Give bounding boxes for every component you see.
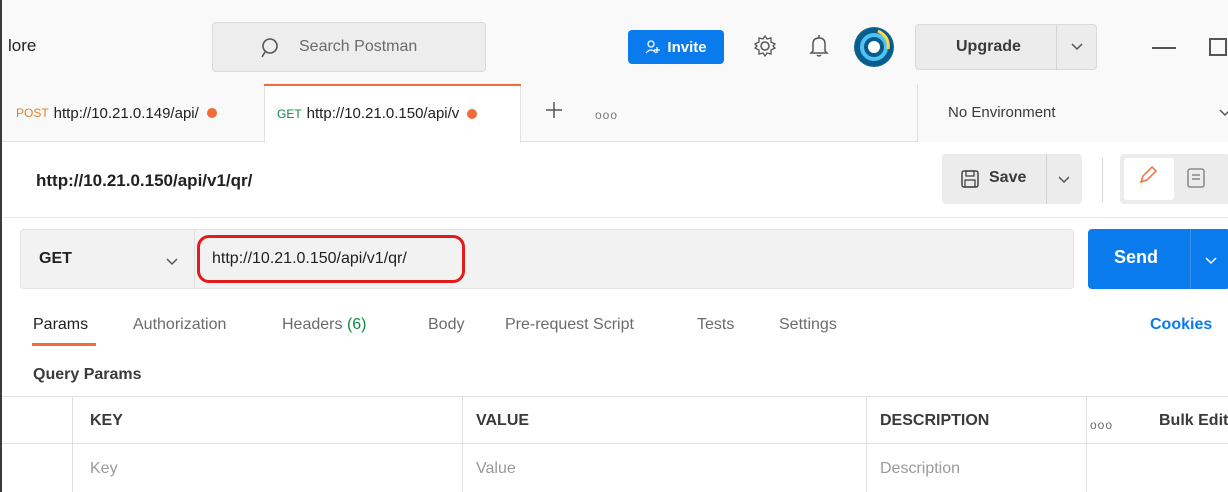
- chevron-down-icon: [1219, 109, 1228, 117]
- request-tab-get[interactable]: GET http://10.21.0.150/api/v: [264, 84, 521, 143]
- send-label: Send: [1114, 247, 1159, 267]
- postman-window: lore Search Postman Invite Upgrade POST …: [0, 0, 1228, 492]
- notification-bell-icon[interactable]: [806, 30, 832, 62]
- request-tab-post[interactable]: POST http://10.21.0.149/api/: [16, 84, 264, 142]
- url-input[interactable]: http://10.21.0.150/api/v1/qr/: [197, 235, 465, 283]
- bulk-edit-link[interactable]: Bulk Edit: [1159, 412, 1228, 430]
- save-button[interactable]: Save: [942, 154, 1082, 204]
- chevron-down-icon[interactable]: [1056, 171, 1072, 187]
- tab-settings[interactable]: Settings: [779, 316, 837, 334]
- column-divider: [462, 397, 463, 492]
- environment-label: No Environment: [948, 104, 1056, 121]
- save-icon: [961, 170, 979, 188]
- tab-url: http://10.21.0.149/api/: [53, 104, 199, 122]
- headers-count: (6): [346, 316, 367, 333]
- column-divider: [1086, 397, 1087, 492]
- column-header-description: DESCRIPTION: [880, 412, 990, 429]
- unsaved-dot-icon: [467, 108, 478, 119]
- table-divider: [2, 443, 1228, 444]
- user-avatar[interactable]: [854, 27, 894, 67]
- url-value: http://10.21.0.150/api/v1/qr/: [212, 250, 407, 267]
- unsaved-dot-icon: [206, 108, 217, 118]
- tab-headers-label: Headers: [282, 316, 343, 333]
- environment-selector[interactable]: No Environment: [917, 84, 1228, 142]
- tab-authorization[interactable]: Authorization: [133, 316, 226, 334]
- new-tab-plus-icon[interactable]: [544, 100, 564, 120]
- invite-button[interactable]: Invite: [628, 30, 724, 64]
- tab-pre-request-script[interactable]: Pre-request Script: [505, 316, 634, 334]
- search-icon: [261, 38, 278, 58]
- tab-body[interactable]: Body: [428, 316, 464, 334]
- save-label: Save: [989, 169, 1027, 186]
- top-header: lore Search Postman Invite Upgrade: [2, 0, 1228, 92]
- upgrade-label: Upgrade: [956, 38, 1021, 55]
- chevron-down-icon[interactable]: [165, 254, 179, 268]
- tab-params[interactable]: Params: [33, 316, 88, 334]
- tab-more-icon[interactable]: ooo: [595, 108, 618, 122]
- tab-url: http://10.21.0.150/api/v: [306, 105, 460, 122]
- request-name[interactable]: http://10.21.0.150/api/v1/qr/: [36, 171, 252, 191]
- method-select[interactable]: GET: [39, 250, 72, 268]
- send-separator: [1190, 229, 1191, 289]
- tab-tests[interactable]: Tests: [697, 316, 734, 334]
- maximize-icon[interactable]: [1209, 38, 1227, 56]
- key-input[interactable]: Key: [90, 460, 118, 478]
- add-person-icon: [645, 40, 661, 54]
- avatar-icon: [855, 28, 893, 66]
- explore-link[interactable]: lore: [8, 36, 36, 56]
- tab-method: POST: [16, 106, 49, 120]
- search-box[interactable]: Search Postman: [212, 22, 486, 72]
- table-more-icon[interactable]: ooo: [1090, 418, 1113, 432]
- active-tab-underline: [32, 343, 96, 346]
- upgrade-button[interactable]: Upgrade: [915, 24, 1097, 70]
- column-header-key: KEY: [90, 412, 123, 429]
- chevron-down-icon[interactable]: [1068, 37, 1086, 55]
- cookies-link[interactable]: Cookies: [1150, 316, 1212, 334]
- description-input[interactable]: Description: [880, 460, 960, 478]
- query-params-title: Query Params: [33, 366, 142, 383]
- documentation-icon[interactable]: [1186, 167, 1206, 189]
- toolbar-divider: [1102, 158, 1103, 202]
- pencil-icon[interactable]: [1137, 164, 1159, 186]
- tab-headers[interactable]: Headers (6): [282, 316, 367, 334]
- upgrade-separator: [1056, 25, 1057, 69]
- column-header-value: VALUE: [476, 412, 530, 429]
- column-divider: [866, 397, 867, 492]
- chevron-down-icon[interactable]: [1204, 253, 1218, 267]
- settings-gear-icon[interactable]: [752, 30, 778, 62]
- invite-label: Invite: [667, 38, 707, 56]
- save-separator: [1046, 154, 1047, 204]
- tab-method: GET: [277, 106, 302, 121]
- send-button[interactable]: Send: [1088, 229, 1228, 289]
- view-mode-toggle: [1120, 154, 1228, 204]
- query-params-table: KEY VALUE DESCRIPTION ooo Bulk Edit Key …: [2, 396, 1228, 492]
- method-separator: [194, 230, 195, 288]
- request-url-bar: GET: [20, 229, 1074, 289]
- value-input[interactable]: Value: [476, 460, 516, 478]
- column-divider: [72, 397, 73, 492]
- search-placeholder: Search Postman: [299, 38, 418, 55]
- minimize-icon[interactable]: [1152, 47, 1176, 49]
